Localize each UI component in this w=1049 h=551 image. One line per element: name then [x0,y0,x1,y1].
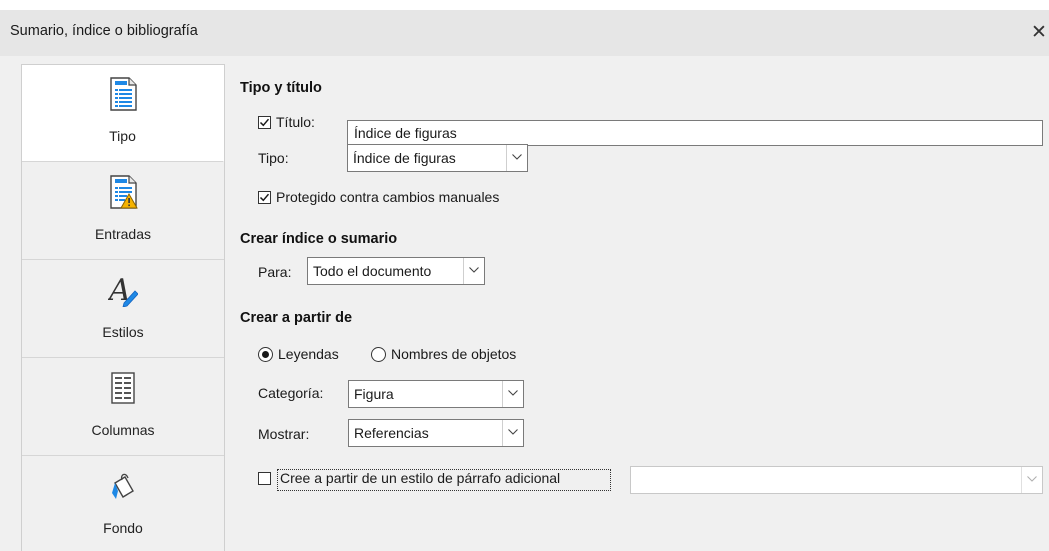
chevron-down-icon[interactable] [502,420,523,446]
checkmark-icon [259,118,270,127]
document-list-icon [110,77,137,111]
title-input[interactable] [347,120,1043,146]
for-dropdown-value: Todo el documento [313,263,432,279]
radio-captions[interactable] [258,347,273,362]
category-dropdown[interactable]: Figura [348,380,524,408]
display-dropdown-value: Referencias [354,425,429,441]
chevron-down-icon[interactable] [506,145,527,171]
nav-item-tipo[interactable]: Tipo [22,65,224,162]
section-heading-create-from: Crear a partir de [240,310,353,326]
nav-label-tipo: Tipo [109,128,136,144]
nav-item-fondo[interactable]: Fondo [22,457,224,551]
category-nav: Tipo Entradas A Estilos Columnas Fondo [21,64,225,551]
section-heading-create-index: Crear índice o sumario [240,231,398,247]
additional-style-checkbox[interactable] [258,472,271,485]
radio-selected-dot [262,351,269,358]
columns-icon [111,372,135,404]
nav-item-entradas[interactable]: Entradas [22,163,224,260]
type-dropdown-value: Índice de figuras [353,150,456,166]
document-warning-icon [110,175,138,209]
radio-object-names[interactable] [371,347,386,362]
chevron-down-icon[interactable] [502,381,523,407]
nav-label-columnas: Columnas [91,422,155,438]
section-heading-type-title: Tipo y título [240,80,322,96]
category-dropdown-value: Figura [354,386,394,402]
protected-label[interactable]: Protegido contra cambios manuales [276,189,499,205]
for-dropdown[interactable]: Todo el documento [307,257,485,285]
dialog-window: Sumario, índice o bibliografía ✕ Tipo En… [0,10,1049,551]
title-checkbox[interactable] [258,116,271,129]
type-dropdown[interactable]: Índice de figuras [347,144,528,172]
dialog-title: Sumario, índice o bibliografía [10,23,198,39]
checkmark-icon [259,193,270,202]
nav-label-estilos: Estilos [102,324,144,340]
nav-item-columnas[interactable]: Columnas [22,359,224,456]
nav-label-fondo: Fondo [103,520,143,536]
style-pen-icon: A [108,273,138,307]
close-button[interactable]: ✕ [1031,18,1049,48]
title-checkbox-label[interactable]: Título: [276,114,315,130]
protected-checkbox[interactable] [258,191,271,204]
category-label: Categoría: [258,385,324,401]
chevron-down-icon[interactable] [463,258,484,284]
nav-item-estilos[interactable]: A Estilos [22,261,224,358]
chevron-down-icon[interactable] [1021,467,1042,493]
additional-style-dropdown[interactable] [630,466,1043,494]
nav-label-entradas: Entradas [94,226,152,242]
for-label: Para: [258,264,292,280]
paint-bucket-icon [112,473,134,499]
title-bar: Sumario, índice o bibliografía ✕ [0,10,1049,56]
display-dropdown[interactable]: Referencias [348,419,524,447]
radio-object-names-label[interactable]: Nombres de objetos [391,346,516,362]
display-label: Mostrar: [258,426,310,442]
radio-captions-label[interactable]: Leyendas [278,346,339,362]
additional-style-label[interactable]: Cree a partir de un estilo de párrafo ad… [280,470,560,486]
type-label: Tipo: [258,150,289,166]
